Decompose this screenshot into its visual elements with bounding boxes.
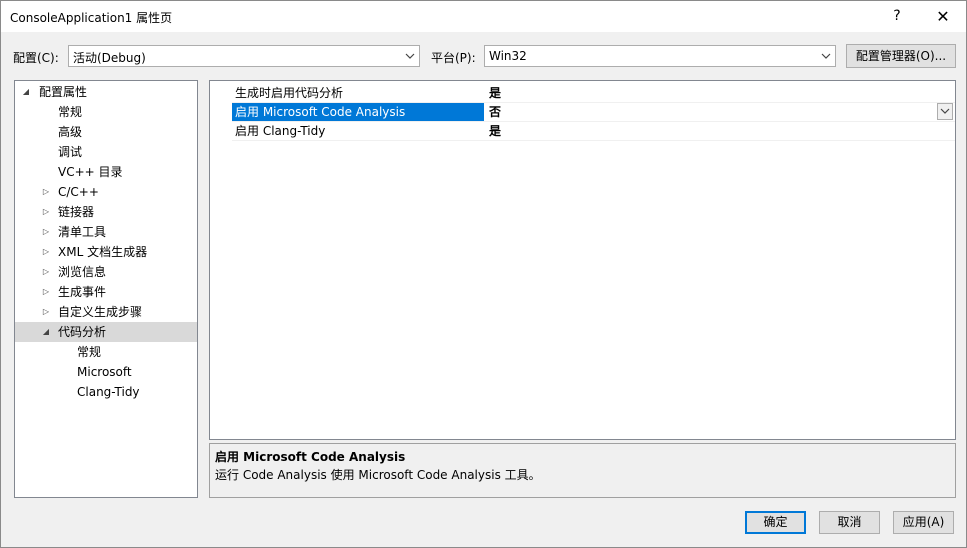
tree-item-label: 代码分析: [58, 325, 107, 339]
property-name: 启用 Microsoft Code Analysis: [232, 103, 484, 121]
platform-label: 平台(P):: [431, 51, 476, 65]
platform-value: Win32: [489, 49, 527, 63]
tree-item-label: Clang-Tidy: [77, 385, 140, 399]
tree-item-label: VC++ 目录: [58, 165, 123, 179]
description-title: 启用 Microsoft Code Analysis: [215, 450, 406, 464]
property-row[interactable]: 生成时启用代码分析 是: [232, 84, 955, 103]
expand-icon[interactable]: ▷: [41, 202, 51, 222]
property-pages-dialog: ConsoleApplication1 属性页 ? ✕ 配置(C): 活动(De…: [0, 0, 967, 548]
config-manager-button[interactable]: 配置管理器(O)...: [846, 44, 956, 68]
tree-item-microsoft[interactable]: Microsoft: [15, 362, 197, 382]
chevron-down-icon: [821, 53, 831, 59]
chevron-down-icon: [940, 108, 950, 114]
description-panel: 启用 Microsoft Code Analysis 运行 Code Analy…: [209, 443, 956, 498]
property-row[interactable]: 启用 Clang-Tidy 是: [232, 122, 955, 141]
close-button[interactable]: ✕: [920, 1, 966, 32]
ok-button[interactable]: 确定: [745, 511, 806, 534]
tree-item-label: 自定义生成步骤: [58, 305, 143, 319]
expand-icon[interactable]: ▷: [41, 282, 51, 302]
description-text: 运行 Code Analysis 使用 Microsoft Code Analy…: [215, 468, 541, 482]
tree-item-code-analysis-general[interactable]: 常规: [15, 342, 197, 362]
property-row[interactable]: 启用 Microsoft Code Analysis 否: [232, 103, 955, 122]
tree-item-label: 高级: [58, 125, 83, 139]
tree-item-browse-info[interactable]: ▷ 浏览信息: [15, 262, 197, 282]
chevron-down-icon: [405, 53, 415, 59]
property-value[interactable]: 否: [485, 103, 955, 121]
tree-item-manifest-tool[interactable]: ▷ 清单工具: [15, 222, 197, 242]
tree-item-label: 清单工具: [58, 225, 107, 239]
tree-item-config-properties[interactable]: ◢ 配置属性: [15, 82, 197, 102]
tree-item-debugging[interactable]: 调试: [15, 142, 197, 162]
expand-icon[interactable]: ▷: [41, 182, 51, 202]
config-label: 配置(C):: [13, 51, 59, 65]
tree-item-label: 配置属性: [39, 85, 88, 99]
config-dropdown[interactable]: 活动(Debug): [68, 45, 420, 67]
tree-item-build-events[interactable]: ▷ 生成事件: [15, 282, 197, 302]
help-button[interactable]: ?: [874, 1, 920, 32]
tree-item-label: 常规: [58, 105, 83, 119]
tree-item-label: XML 文档生成器: [58, 245, 148, 259]
property-name: 生成时启用代码分析: [235, 86, 344, 100]
value-dropdown-button[interactable]: [937, 103, 953, 120]
tree-item-general[interactable]: 常规: [15, 102, 197, 122]
tree-item-advanced[interactable]: 高级: [15, 122, 197, 142]
tree-item-code-analysis[interactable]: ◢ 代码分析: [15, 322, 197, 342]
category-tree[interactable]: ◢ 配置属性 常规 高级 调试 VC++ 目录 ▷ C/C++ ▷ 链接器 ▷ …: [14, 80, 198, 498]
expand-icon[interactable]: ▷: [41, 242, 51, 262]
property-grid: 生成时启用代码分析 是 启用 Microsoft Code Analysis 否…: [209, 80, 956, 440]
expand-icon[interactable]: ▷: [41, 222, 51, 242]
tree-item-label: C/C++: [58, 185, 99, 199]
collapse-icon[interactable]: ◢: [21, 82, 31, 102]
expand-icon[interactable]: ▷: [41, 262, 51, 282]
tree-item-label: Microsoft: [77, 365, 132, 379]
collapse-icon[interactable]: ◢: [41, 322, 51, 342]
expand-icon[interactable]: ▷: [41, 302, 51, 322]
tree-item-label: 链接器: [58, 205, 95, 219]
platform-dropdown[interactable]: Win32: [484, 45, 836, 67]
tree-item-clang-tidy[interactable]: Clang-Tidy: [15, 382, 197, 402]
tree-item-xml-doc-generator[interactable]: ▷ XML 文档生成器: [15, 242, 197, 262]
config-value: 活动(Debug): [73, 51, 146, 65]
tree-item-label: 浏览信息: [58, 265, 107, 279]
tree-item-vc-directories[interactable]: VC++ 目录: [15, 162, 197, 182]
tree-item-linker[interactable]: ▷ 链接器: [15, 202, 197, 222]
property-value[interactable]: 是: [485, 122, 955, 140]
tree-item-label: 调试: [58, 145, 83, 159]
tree-item-custom-build-step[interactable]: ▷ 自定义生成步骤: [15, 302, 197, 322]
tree-item-c-cpp[interactable]: ▷ C/C++: [15, 182, 197, 202]
window-title: ConsoleApplication1 属性页: [10, 11, 173, 25]
cancel-button[interactable]: 取消: [819, 511, 880, 534]
tree-item-label: 生成事件: [58, 285, 107, 299]
property-value[interactable]: 是: [485, 84, 955, 102]
apply-button[interactable]: 应用(A): [893, 511, 954, 534]
property-name: 启用 Clang-Tidy: [235, 124, 326, 138]
title-bar: ConsoleApplication1 属性页 ? ✕: [1, 1, 966, 32]
tree-item-label: 常规: [77, 345, 102, 359]
